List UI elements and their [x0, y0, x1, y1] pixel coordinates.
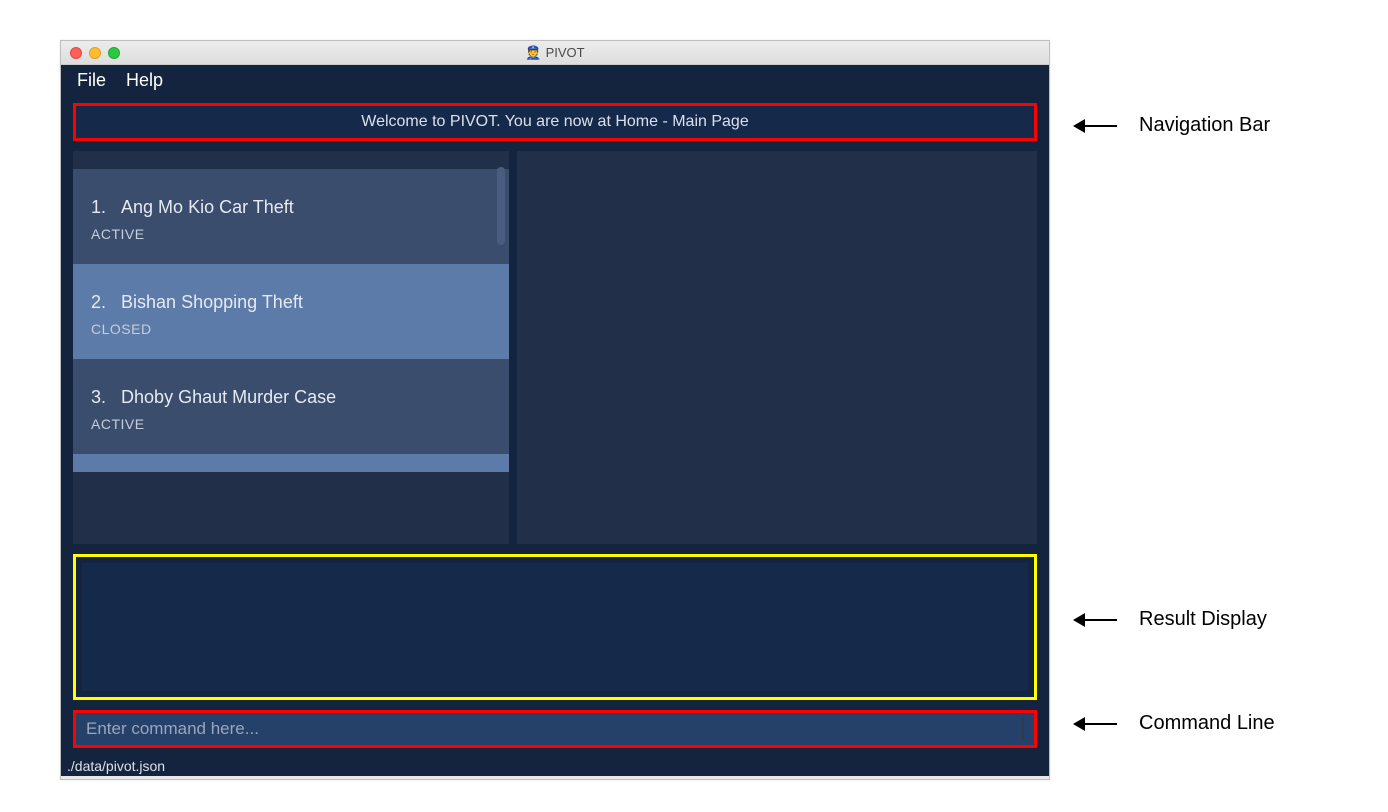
case-item[interactable]: 2. Bishan Shopping Theft CLOSED: [73, 264, 509, 359]
middle-area: 1. Ang Mo Kio Car Theft ACTIVE 2. Bishan…: [73, 151, 1037, 544]
scrollbar-thumb[interactable]: [497, 167, 505, 245]
arrow-left-icon: [1075, 619, 1117, 621]
status-path: ./data/pivot.json: [67, 758, 165, 774]
arrow-left-icon: [1075, 723, 1117, 725]
case-name: Ang Mo Kio Car Theft: [121, 197, 294, 217]
command-line: [73, 710, 1037, 748]
case-index: 3.: [91, 387, 106, 407]
annotation-navbar: Navigation Bar: [1075, 114, 1270, 137]
command-input[interactable]: [86, 719, 1022, 739]
menubar: File Help: [61, 65, 1049, 95]
case-list: 1. Ang Mo Kio Car Theft ACTIVE 2. Bishan…: [73, 169, 509, 472]
navigation-bar: Welcome to PIVOT. You are now at Home - …: [73, 103, 1037, 141]
window-title-text: PIVOT: [546, 45, 585, 60]
case-title: 3. Dhoby Ghaut Murder Case: [91, 387, 491, 408]
case-title: 2. Bishan Shopping Theft: [91, 292, 491, 313]
annotation-label: Navigation Bar: [1139, 114, 1270, 137]
annotation-command: Command Line: [1075, 712, 1275, 735]
application-window: 👮 PIVOT File Help Welcome to PIVOT. You a…: [60, 40, 1050, 780]
annotation-label: Result Display: [1139, 608, 1267, 631]
case-index: 2.: [91, 292, 106, 312]
case-name: Dhoby Ghaut Murder Case: [121, 387, 336, 407]
app-chrome: File Help Welcome to PIVOT. You are now …: [61, 65, 1049, 776]
status-strip: ./data/pivot.json: [61, 756, 1049, 776]
case-status: ACTIVE: [91, 226, 491, 242]
case-item-peek[interactable]: [73, 454, 509, 472]
case-item[interactable]: 3. Dhoby Ghaut Murder Case ACTIVE: [73, 359, 509, 454]
result-display-inner: [82, 563, 1028, 691]
case-list-panel: 1. Ang Mo Kio Car Theft ACTIVE 2. Bishan…: [73, 151, 509, 544]
window-title: 👮 PIVOT: [61, 45, 1049, 61]
case-item[interactable]: 1. Ang Mo Kio Car Theft ACTIVE: [73, 169, 509, 264]
annotation-result: Result Display: [1075, 608, 1267, 631]
case-title: 1. Ang Mo Kio Car Theft: [91, 197, 491, 218]
app-icon: 👮: [525, 45, 541, 60]
annotation-label: Command Line: [1139, 712, 1275, 735]
case-status: ACTIVE: [91, 416, 491, 432]
result-display: [73, 554, 1037, 700]
case-status: CLOSED: [91, 321, 491, 337]
case-name: Bishan Shopping Theft: [121, 292, 303, 312]
page-body: Welcome to PIVOT. You are now at Home - …: [61, 95, 1049, 756]
menu-help[interactable]: Help: [126, 70, 163, 91]
detail-pane: [517, 151, 1037, 544]
case-index: 1.: [91, 197, 106, 217]
text-cursor-icon: [1022, 718, 1024, 740]
menu-file[interactable]: File: [77, 70, 106, 91]
arrow-left-icon: [1075, 125, 1117, 127]
navigation-message: Welcome to PIVOT. You are now at Home - …: [361, 113, 748, 130]
titlebar: 👮 PIVOT: [61, 41, 1049, 65]
